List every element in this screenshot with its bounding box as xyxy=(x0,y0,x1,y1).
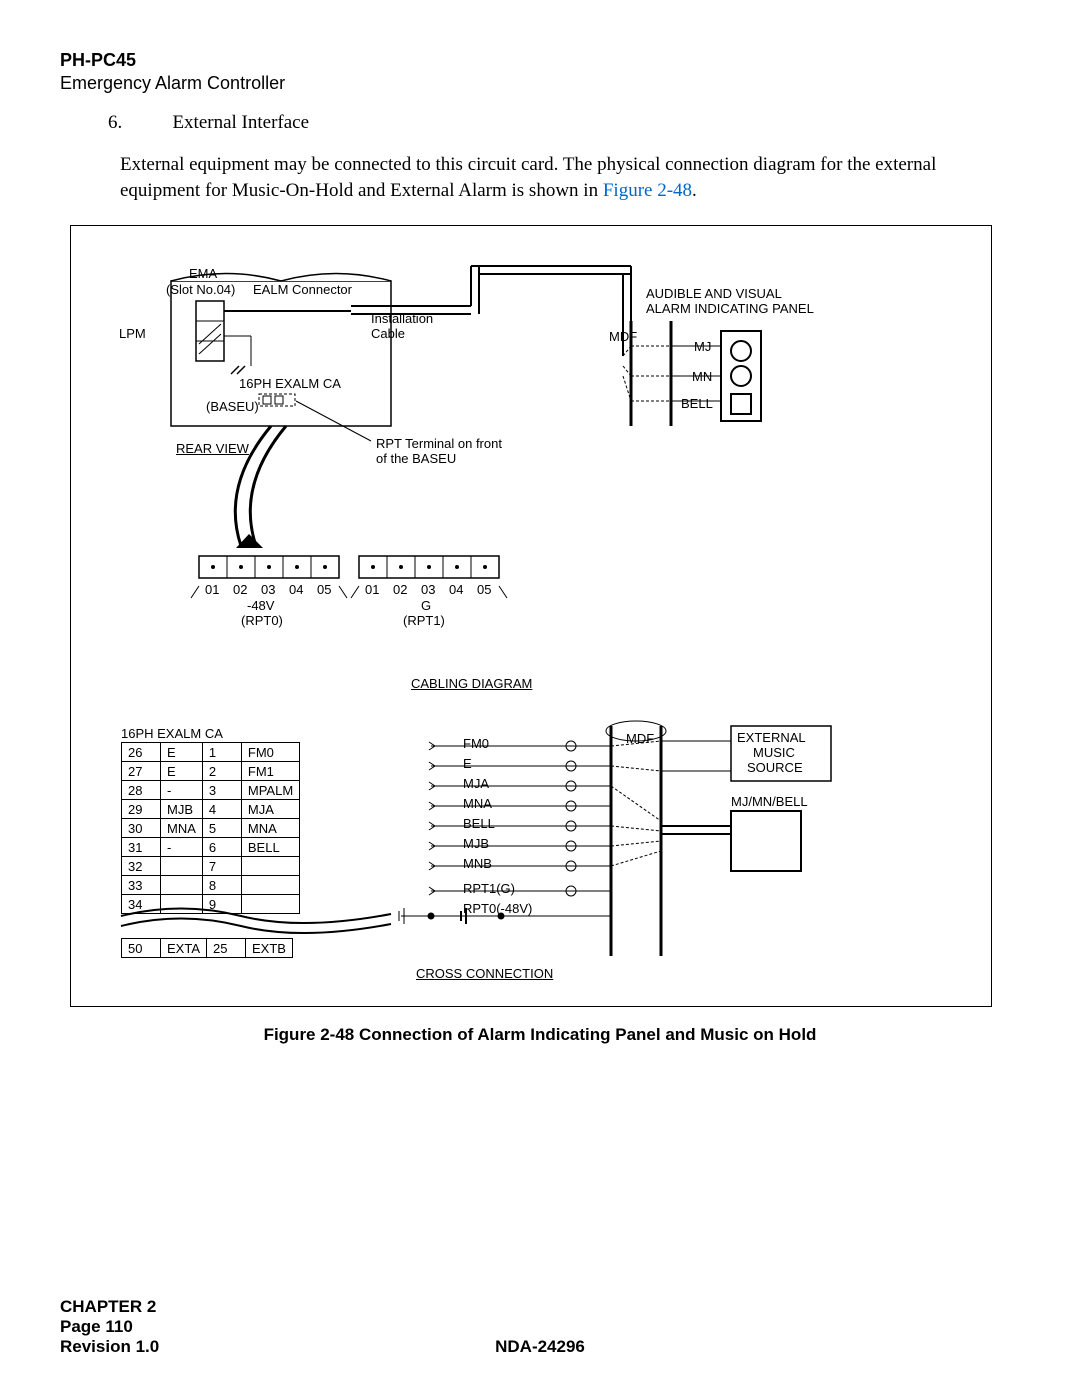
label-install-a: Installation xyxy=(371,311,433,326)
page: PH-PC45 Emergency Alarm Controller 6. Ex… xyxy=(0,0,1080,1397)
table-row: 30MNA5MNA xyxy=(122,819,300,838)
table-row: 29MJB4MJA xyxy=(122,800,300,819)
label-lpm: LPM xyxy=(119,326,146,341)
table-row: 50EXTA25EXTB xyxy=(122,939,293,958)
label-mdf: MDF xyxy=(609,329,637,344)
header-block: PH-PC45 Emergency Alarm Controller xyxy=(60,50,1020,94)
label-install-b: Cable xyxy=(371,326,405,341)
term-a-02: 02 xyxy=(233,582,247,597)
table-row: 27E2FM1 xyxy=(122,762,300,781)
footer-doc-number: NDA-24296 xyxy=(495,1337,585,1356)
label-mj-mn-bell: MJ/MN/BELL xyxy=(731,794,808,809)
term-b-03: 03 xyxy=(421,582,435,597)
table-row: 31-6BELL xyxy=(122,838,300,857)
label-slot: (Slot No.04) xyxy=(166,282,235,297)
label-audvis-a: AUDIBLE AND VISUAL xyxy=(646,286,782,301)
label-audvis-b: ALARM INDICATING PANEL xyxy=(646,301,814,316)
term-b-04: 04 xyxy=(449,582,463,597)
label-mdf2: MDF xyxy=(626,731,654,746)
label-cabling-diagram: CABLING DIAGRAM xyxy=(411,676,532,691)
label-ema: EMA xyxy=(189,266,217,281)
table-row: 28-3MPALM xyxy=(122,781,300,800)
section-number: 6. xyxy=(108,112,168,134)
label-mn: MN xyxy=(692,369,712,384)
table-row: 327 xyxy=(122,857,300,876)
figure-reference-link[interactable]: Figure 2-48 xyxy=(603,180,692,201)
label-ext-music-a: EXTERNAL xyxy=(737,730,806,745)
label-rpt1-b: (RPT1) xyxy=(403,613,445,628)
section-body: External equipment may be connected to t… xyxy=(120,152,1020,203)
term-a-04: 04 xyxy=(289,582,303,597)
label-ealm-connector: EALM Connector xyxy=(253,282,352,297)
term-b-05: 05 xyxy=(477,582,491,597)
sig-rpt0-48v: RPT0(-48V) xyxy=(463,901,532,916)
label-ext-music-b: MUSIC xyxy=(753,745,795,760)
term-b-02: 02 xyxy=(393,582,407,597)
table-row: 26E1FM0 xyxy=(122,743,300,762)
label-rpt-front-b: of the BASEU xyxy=(376,451,456,466)
label-bell: BELL xyxy=(681,396,713,411)
sig-bell: BELL xyxy=(463,816,495,831)
table-row: 349 xyxy=(122,895,300,914)
label-baseu: (BASEU) xyxy=(206,399,259,414)
label-rpt0-a: -48V xyxy=(247,598,274,613)
figure-container: EMA (Slot No.04) EALM Connector Installa… xyxy=(70,225,992,1007)
label-rear-view: REAR VIEW xyxy=(176,441,249,456)
label-rpt0-b: (RPT0) xyxy=(241,613,283,628)
product-subtitle: Emergency Alarm Controller xyxy=(60,73,1020,94)
footer-chapter: CHAPTER 2 xyxy=(60,1297,1020,1317)
body-text-b: . xyxy=(692,180,697,201)
pin-table: 26E1FM0 27E2FM1 28-3MPALM 29MJB4MJA 30MN… xyxy=(121,742,300,914)
term-b-01: 01 xyxy=(365,582,379,597)
sig-mna: MNA xyxy=(463,796,492,811)
product-code: PH-PC45 xyxy=(60,50,1020,71)
label-rpt-front-a: RPT Terminal on front xyxy=(376,436,502,451)
pin-table-tail: 50EXTA25EXTB xyxy=(121,938,293,958)
figure-caption: Figure 2-48 Connection of Alarm Indicati… xyxy=(60,1025,1020,1045)
footer-center: NDA-24296 xyxy=(0,1337,1080,1357)
sig-fm0: FM0 xyxy=(463,736,489,751)
label-cross-connection: CROSS CONNECTION xyxy=(416,966,553,981)
body-text-a: External equipment may be connected to t… xyxy=(120,154,936,201)
term-a-05: 05 xyxy=(317,582,331,597)
label-mj: MJ xyxy=(694,339,711,354)
footer-page: Page 110 xyxy=(60,1317,1020,1337)
section-heading: 6. External Interface xyxy=(108,112,1020,134)
label-exalm-ca: 16PH EXALM CA xyxy=(239,376,341,391)
label-ext-music-c: SOURCE xyxy=(747,760,803,775)
term-a-01: 01 xyxy=(205,582,219,597)
sig-mja: MJA xyxy=(463,776,489,791)
sig-e: E xyxy=(463,756,472,771)
term-a-03: 03 xyxy=(261,582,275,597)
table-row: 338 xyxy=(122,876,300,895)
sig-rpt1g: RPT1(G) xyxy=(463,881,515,896)
sig-mnb: MNB xyxy=(463,856,492,871)
section-title: External Interface xyxy=(172,112,309,133)
label-rpt1-a: G xyxy=(421,598,431,613)
label-exalm-ca-2: 16PH EXALM CA xyxy=(121,726,223,741)
sig-mjb: MJB xyxy=(463,836,489,851)
